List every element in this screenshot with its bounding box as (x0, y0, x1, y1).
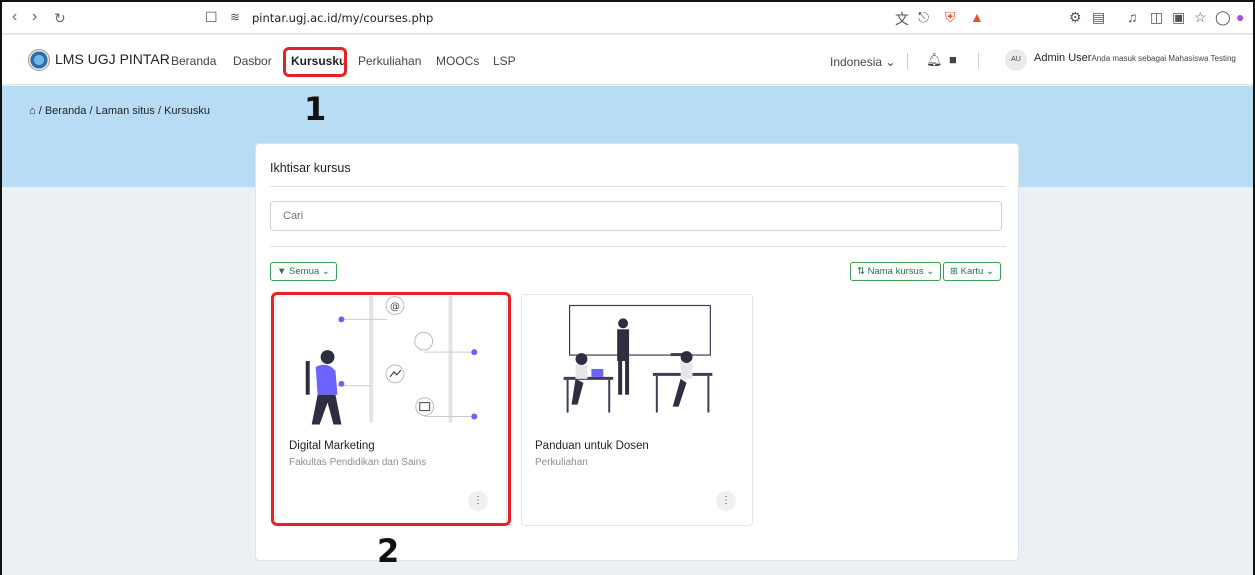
home-icon[interactable]: ⌂ (29, 105, 36, 117)
reload-icon[interactable]: ↻ (54, 10, 66, 27)
site-settings-icon[interactable]: ≋ (230, 10, 240, 24)
user-menu[interactable]: Admin UserAnda masuk sebagai Mahasiswa T… (1034, 52, 1236, 64)
view-dropdown[interactable]: ⊞ Kartu ⌄ (943, 262, 1001, 281)
highlight-course (271, 292, 511, 526)
extensions-icon[interactable]: ⚙ (1069, 9, 1082, 26)
breadcrumb-beranda[interactable]: Beranda (45, 105, 87, 117)
divider (907, 53, 908, 69)
nav-perkuliahan[interactable]: Perkuliahan (358, 54, 421, 68)
grid-icon: ⊞ (950, 266, 958, 277)
music-icon[interactable]: ♫ (1127, 9, 1138, 25)
breadcrumb: ⌂ / Beranda / Laman situs / Kursusku (29, 105, 210, 117)
divider (270, 186, 1006, 187)
star-icon[interactable]: ☆ (1194, 9, 1207, 26)
profile-icon[interactable]: ● (1236, 9, 1244, 25)
forward-icon[interactable]: › (32, 8, 37, 26)
translate-icon[interactable]: 文 (895, 9, 909, 29)
language-label: Indonesia (830, 55, 883, 69)
filter-dropdown[interactable]: ▼ Semua ⌄ (270, 262, 337, 281)
avatar-initials: AU (1011, 56, 1021, 63)
rewards-icon[interactable]: ▲ (970, 9, 984, 25)
search-input[interactable] (270, 201, 1002, 231)
site-navbar: LMS UGJ PINTAR Beranda Dasbor Kursusku P… (2, 35, 1253, 85)
sort-label: Nama kursus (867, 266, 924, 277)
divider (270, 246, 1006, 247)
avatar[interactable]: AU (1005, 49, 1027, 71)
brave-shield-icon[interactable]: ⛨ (945, 9, 956, 26)
app-frame: ‹ › ↻ ☐ ≋ pintar.ugj.ac.id/my/courses.ph… (0, 0, 1255, 575)
course-image[interactable] (522, 295, 752, 430)
chat-icon[interactable]: ■ (949, 52, 957, 67)
highlight-kursusku (283, 47, 347, 77)
filter-icon: ▼ (277, 266, 287, 277)
nav-beranda[interactable]: Beranda (171, 54, 216, 68)
card-title: Ikhtisar kursus (270, 161, 351, 175)
bell-icon[interactable]: 🔔︎ (926, 52, 943, 68)
sidebar-icon[interactable]: ◫ (1150, 9, 1163, 26)
more-options-icon[interactable]: ⋮ (716, 491, 736, 511)
breadcrumb-kursusku: Kursusku (164, 105, 210, 117)
address-bar[interactable]: pintar.ugj.ac.id/my/courses.php (252, 11, 433, 25)
course-card[interactable]: Panduan untuk Dosen Perkuliahan ⋮ (521, 294, 753, 526)
site-brand[interactable]: LMS UGJ PINTAR (55, 51, 170, 67)
nav-lsp[interactable]: LSP (493, 54, 516, 68)
reader-icon[interactable]: ▤ (1092, 9, 1105, 26)
annotation-number: 1 (304, 90, 327, 128)
annotation-number: 2 (377, 532, 400, 570)
sort-icon: ⇅ (857, 266, 865, 277)
share-icon[interactable]: ⎋ (918, 9, 929, 26)
back-icon[interactable]: ‹ (12, 8, 17, 26)
logo-icon[interactable] (28, 49, 50, 71)
view-label: Kartu (960, 266, 984, 277)
filter-label: Semua (289, 266, 320, 277)
nav-dasbor[interactable]: Dasbor (233, 54, 272, 68)
nav-moocs[interactable]: MOOCs (436, 54, 479, 68)
wallet-icon[interactable]: ▣ (1172, 9, 1185, 26)
user-name: Admin User (1034, 52, 1092, 64)
browser-toolbar: ‹ › ↻ ☐ ≋ pintar.ugj.ac.id/my/courses.ph… (2, 2, 1253, 34)
breadcrumb-laman-situs[interactable]: Laman situs (96, 105, 155, 117)
user-status: Anda masuk sebagai Mahasiswa Testing (1091, 54, 1236, 63)
course-title[interactable]: Panduan untuk Dosen (535, 440, 649, 452)
divider (978, 53, 979, 69)
course-category: Perkuliahan (535, 457, 588, 468)
language-menu[interactable]: Indonesia ⌄ (830, 55, 895, 69)
vpn-icon[interactable]: ◯ (1215, 9, 1231, 26)
bookmark-icon[interactable]: ☐ (205, 9, 218, 26)
sort-dropdown[interactable]: ⇅ Nama kursus ⌄ (850, 262, 942, 281)
